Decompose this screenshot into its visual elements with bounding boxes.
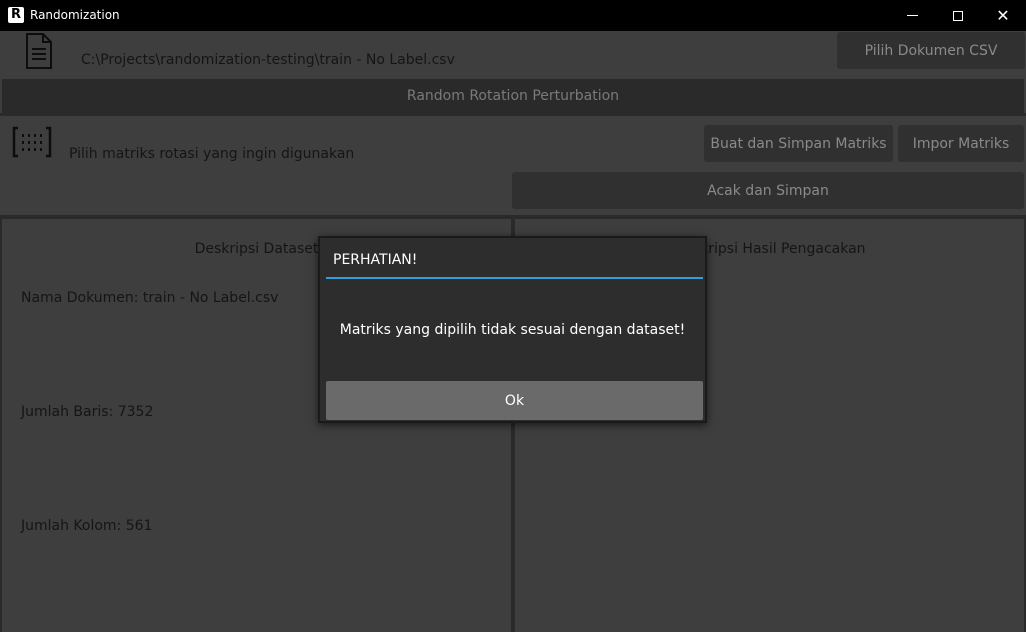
minimize-icon (906, 15, 918, 16)
close-icon: ✕ (996, 5, 1010, 25)
maximize-icon (953, 10, 963, 21)
file-path: C:\Projects\randomization-testing\train … (81, 52, 455, 68)
warning-dialog: PERHATIAN! Matriks yang dipilih tidak se… (318, 236, 707, 423)
minimize-button[interactable] (889, 0, 935, 31)
create-save-matrix-button[interactable]: Buat dan Simpan Matriks (704, 125, 893, 162)
divider (0, 113, 1026, 116)
dialog-title-underline (326, 277, 703, 279)
close-button[interactable]: ✕ (980, 0, 1026, 31)
pick-csv-button[interactable]: Pilih Dokumen CSV (837, 32, 1025, 69)
dialog-title: PERHATIAN! (333, 252, 418, 268)
title-bar: Randomization ✕ (0, 0, 1026, 31)
matrix-label: Pilih matriks rotasi yang ingin digunaka… (69, 146, 355, 162)
row-count: Jumlah Baris: 7352 (21, 404, 154, 420)
matrix-icon (12, 126, 52, 158)
dialog-message: Matriks yang dipilih tidak sesuai dengan… (339, 322, 686, 338)
section-header: Random Rotation Perturbation (2, 79, 1024, 113)
document-name: Nama Dokumen: train - No Label.csv (21, 290, 279, 306)
app-r-icon (8, 7, 24, 23)
document-icon (26, 33, 52, 69)
import-matrix-button[interactable]: Impor Matriks (898, 125, 1024, 162)
window-title: Randomization (30, 8, 120, 22)
ok-button[interactable]: Ok (326, 381, 703, 420)
column-count: Jumlah Kolom: 561 (21, 518, 153, 534)
shuffle-save-button[interactable]: Acak dan Simpan (512, 172, 1024, 209)
maximize-button[interactable] (935, 0, 981, 31)
